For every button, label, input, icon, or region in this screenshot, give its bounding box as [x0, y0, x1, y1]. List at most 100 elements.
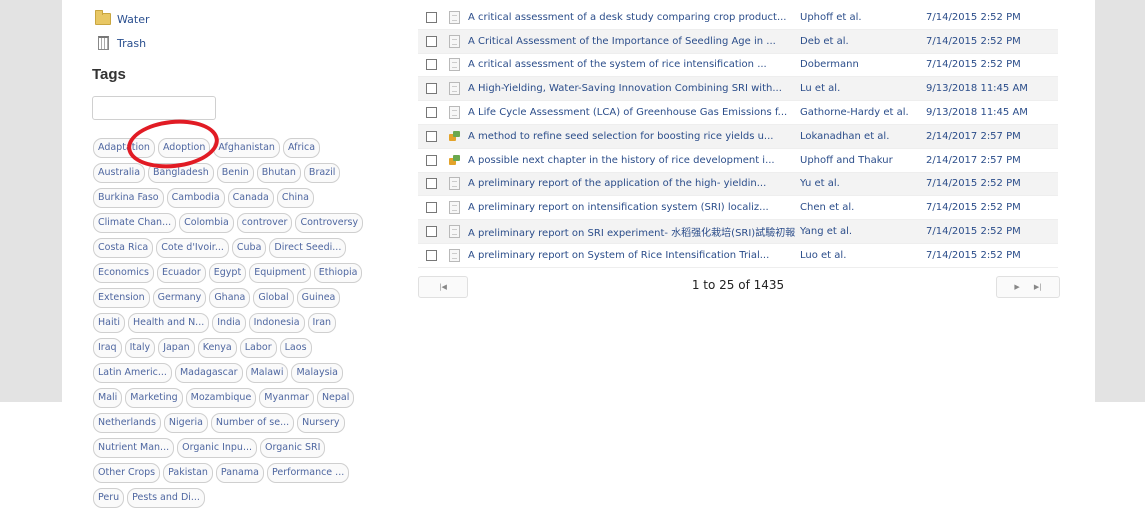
item-title[interactable]: A preliminary report on System of Rice I…: [468, 250, 800, 261]
tag-button[interactable]: Health and N...: [127, 313, 210, 333]
tag-button[interactable]: Germany: [152, 288, 207, 308]
item-row[interactable]: A High-Yielding, Water-Saving Innovation…: [418, 77, 1058, 102]
item-row[interactable]: A method to refine seed selection for bo…: [418, 124, 1058, 149]
item-date-modified: 2/14/2017 2:57 PM: [926, 130, 1021, 142]
tag-button[interactable]: Kenya: [197, 338, 237, 358]
item-row[interactable]: A preliminary report of the application …: [418, 172, 1058, 197]
last-page-button[interactable]: ▶ ▶|: [996, 276, 1060, 298]
tag-button[interactable]: India: [212, 313, 246, 333]
row-checkbox[interactable]: [426, 249, 437, 261]
tag-button[interactable]: Direct Seedi...: [269, 238, 347, 258]
tag-button[interactable]: Colombia: [179, 213, 234, 233]
row-checkbox[interactable]: [426, 107, 437, 119]
row-checkbox[interactable]: [426, 59, 437, 71]
tag-button[interactable]: Labor: [239, 338, 277, 358]
tag-button[interactable]: Mozambique: [185, 388, 257, 408]
tag-button[interactable]: Global: [253, 288, 294, 308]
tag-button[interactable]: Climate Chan...: [93, 213, 177, 233]
item-title[interactable]: A preliminary report on intensification …: [468, 202, 800, 213]
tag-button[interactable]: Extension: [93, 288, 150, 308]
tag-button[interactable]: Myanmar: [259, 388, 314, 408]
tag-button[interactable]: Australia: [93, 163, 146, 183]
tag-button[interactable]: Africa: [282, 138, 321, 158]
item-row[interactable]: A preliminary report on SRI experiment- …: [418, 220, 1058, 244]
item-title[interactable]: A High-Yielding, Water-Saving Innovation…: [468, 83, 800, 94]
row-checkbox[interactable]: [426, 226, 437, 238]
tag-button[interactable]: Indonesia: [248, 313, 305, 333]
row-checkbox[interactable]: [426, 130, 437, 142]
tag-button[interactable]: Cuba: [231, 238, 267, 258]
tag-button[interactable]: Ethiopia: [313, 263, 363, 283]
tag-button[interactable]: Organic Inpu...: [177, 438, 258, 458]
tag-filter-input[interactable]: [92, 96, 216, 120]
tag-button[interactable]: Madagascar: [174, 363, 243, 383]
row-checkbox[interactable]: [426, 11, 437, 23]
item-title[interactable]: A Life Cycle Assessment (LCA) of Greenho…: [468, 107, 800, 118]
collection-water[interactable]: Water: [95, 9, 150, 29]
row-checkbox[interactable]: [426, 83, 437, 95]
item-title[interactable]: A method to refine seed selection for bo…: [468, 131, 800, 142]
tag-button[interactable]: Iraq: [93, 338, 122, 358]
tag-button[interactable]: Economics: [93, 263, 154, 283]
tag-button[interactable]: Haiti: [93, 313, 125, 333]
tag-button[interactable]: Nursery: [297, 413, 345, 433]
tag-button[interactable]: Organic SRI: [260, 438, 326, 458]
tag-button[interactable]: controver: [236, 213, 293, 233]
item-title[interactable]: A preliminary report on SRI experiment- …: [468, 224, 800, 239]
tag-button[interactable]: Nigeria: [163, 413, 208, 433]
item-row[interactable]: A Critical Assessment of the Importance …: [418, 29, 1058, 54]
tag-button[interactable]: Pakistan: [163, 463, 213, 483]
tag-button[interactable]: Pests and Di...: [127, 488, 205, 508]
item-title[interactable]: A Critical Assessment of the Importance …: [468, 36, 800, 47]
tag-button[interactable]: Marketing: [125, 388, 183, 408]
tag-button[interactable]: Peru: [93, 488, 125, 508]
tag-button[interactable]: Equipment: [249, 263, 311, 283]
item-row[interactable]: A critical assessment of a desk study co…: [418, 6, 1058, 30]
tag-button[interactable]: Japan: [158, 338, 195, 358]
tag-button[interactable]: Mali: [93, 388, 123, 408]
tag-button[interactable]: Panama: [215, 463, 264, 483]
tag-button[interactable]: Cote d'Ivoir...: [156, 238, 229, 258]
collection-trash[interactable]: Trash: [95, 33, 146, 53]
tag-button[interactable]: Burkina Faso: [93, 188, 164, 208]
tag-button[interactable]: Benin: [216, 163, 254, 183]
tag-button[interactable]: Guinea: [296, 288, 341, 308]
item-creator: Uphoff et al.: [800, 11, 862, 23]
row-checkbox[interactable]: [426, 154, 437, 166]
row-checkbox[interactable]: [426, 35, 437, 47]
tag-button[interactable]: Controversy: [295, 213, 364, 233]
item-row[interactable]: A critical assessment of the system of r…: [418, 54, 1058, 78]
item-row[interactable]: A preliminary report on System of Rice I…: [418, 244, 1058, 268]
tag-button[interactable]: Performance ...: [266, 463, 350, 483]
tag-button[interactable]: Costa Rica: [93, 238, 154, 258]
tag-button[interactable]: Egypt: [208, 263, 247, 283]
tag-button[interactable]: Malawi: [245, 363, 289, 383]
tag-button[interactable]: Canada: [227, 188, 274, 208]
tag-button[interactable]: Cambodia: [166, 188, 225, 208]
tag-button[interactable]: Ecuador: [156, 263, 206, 283]
item-row[interactable]: A possible next chapter in the history o…: [418, 149, 1058, 173]
tag-button[interactable]: Afghanistan: [213, 138, 280, 158]
item-title[interactable]: A critical assessment of a desk study co…: [468, 12, 800, 23]
tag-button[interactable]: Bhutan: [256, 163, 301, 183]
tag-button[interactable]: Netherlands: [93, 413, 161, 433]
tag-button[interactable]: Latin Americ...: [93, 363, 172, 383]
item-row[interactable]: A preliminary report on intensification …: [418, 196, 1058, 221]
tag-button[interactable]: Laos: [279, 338, 312, 358]
tag-button[interactable]: Nutrient Man...: [93, 438, 175, 458]
tag-button[interactable]: Other Crops: [93, 463, 161, 483]
item-row[interactable]: A Life Cycle Assessment (LCA) of Greenho…: [418, 101, 1058, 125]
row-checkbox[interactable]: [426, 178, 437, 190]
row-checkbox[interactable]: [426, 202, 437, 214]
tag-button[interactable]: Iran: [307, 313, 337, 333]
tag-button[interactable]: China: [276, 188, 314, 208]
tag-button[interactable]: Italy: [124, 338, 156, 358]
item-title[interactable]: A critical assessment of the system of r…: [468, 59, 800, 70]
item-title[interactable]: A possible next chapter in the history o…: [468, 155, 800, 166]
tag-button[interactable]: Ghana: [209, 288, 251, 308]
tag-button[interactable]: Number of se...: [210, 413, 295, 433]
tag-button[interactable]: Brazil: [303, 163, 341, 183]
item-title[interactable]: A preliminary report of the application …: [468, 178, 800, 189]
tag-button[interactable]: Nepal: [316, 388, 355, 408]
tag-button[interactable]: Malaysia: [291, 363, 343, 383]
